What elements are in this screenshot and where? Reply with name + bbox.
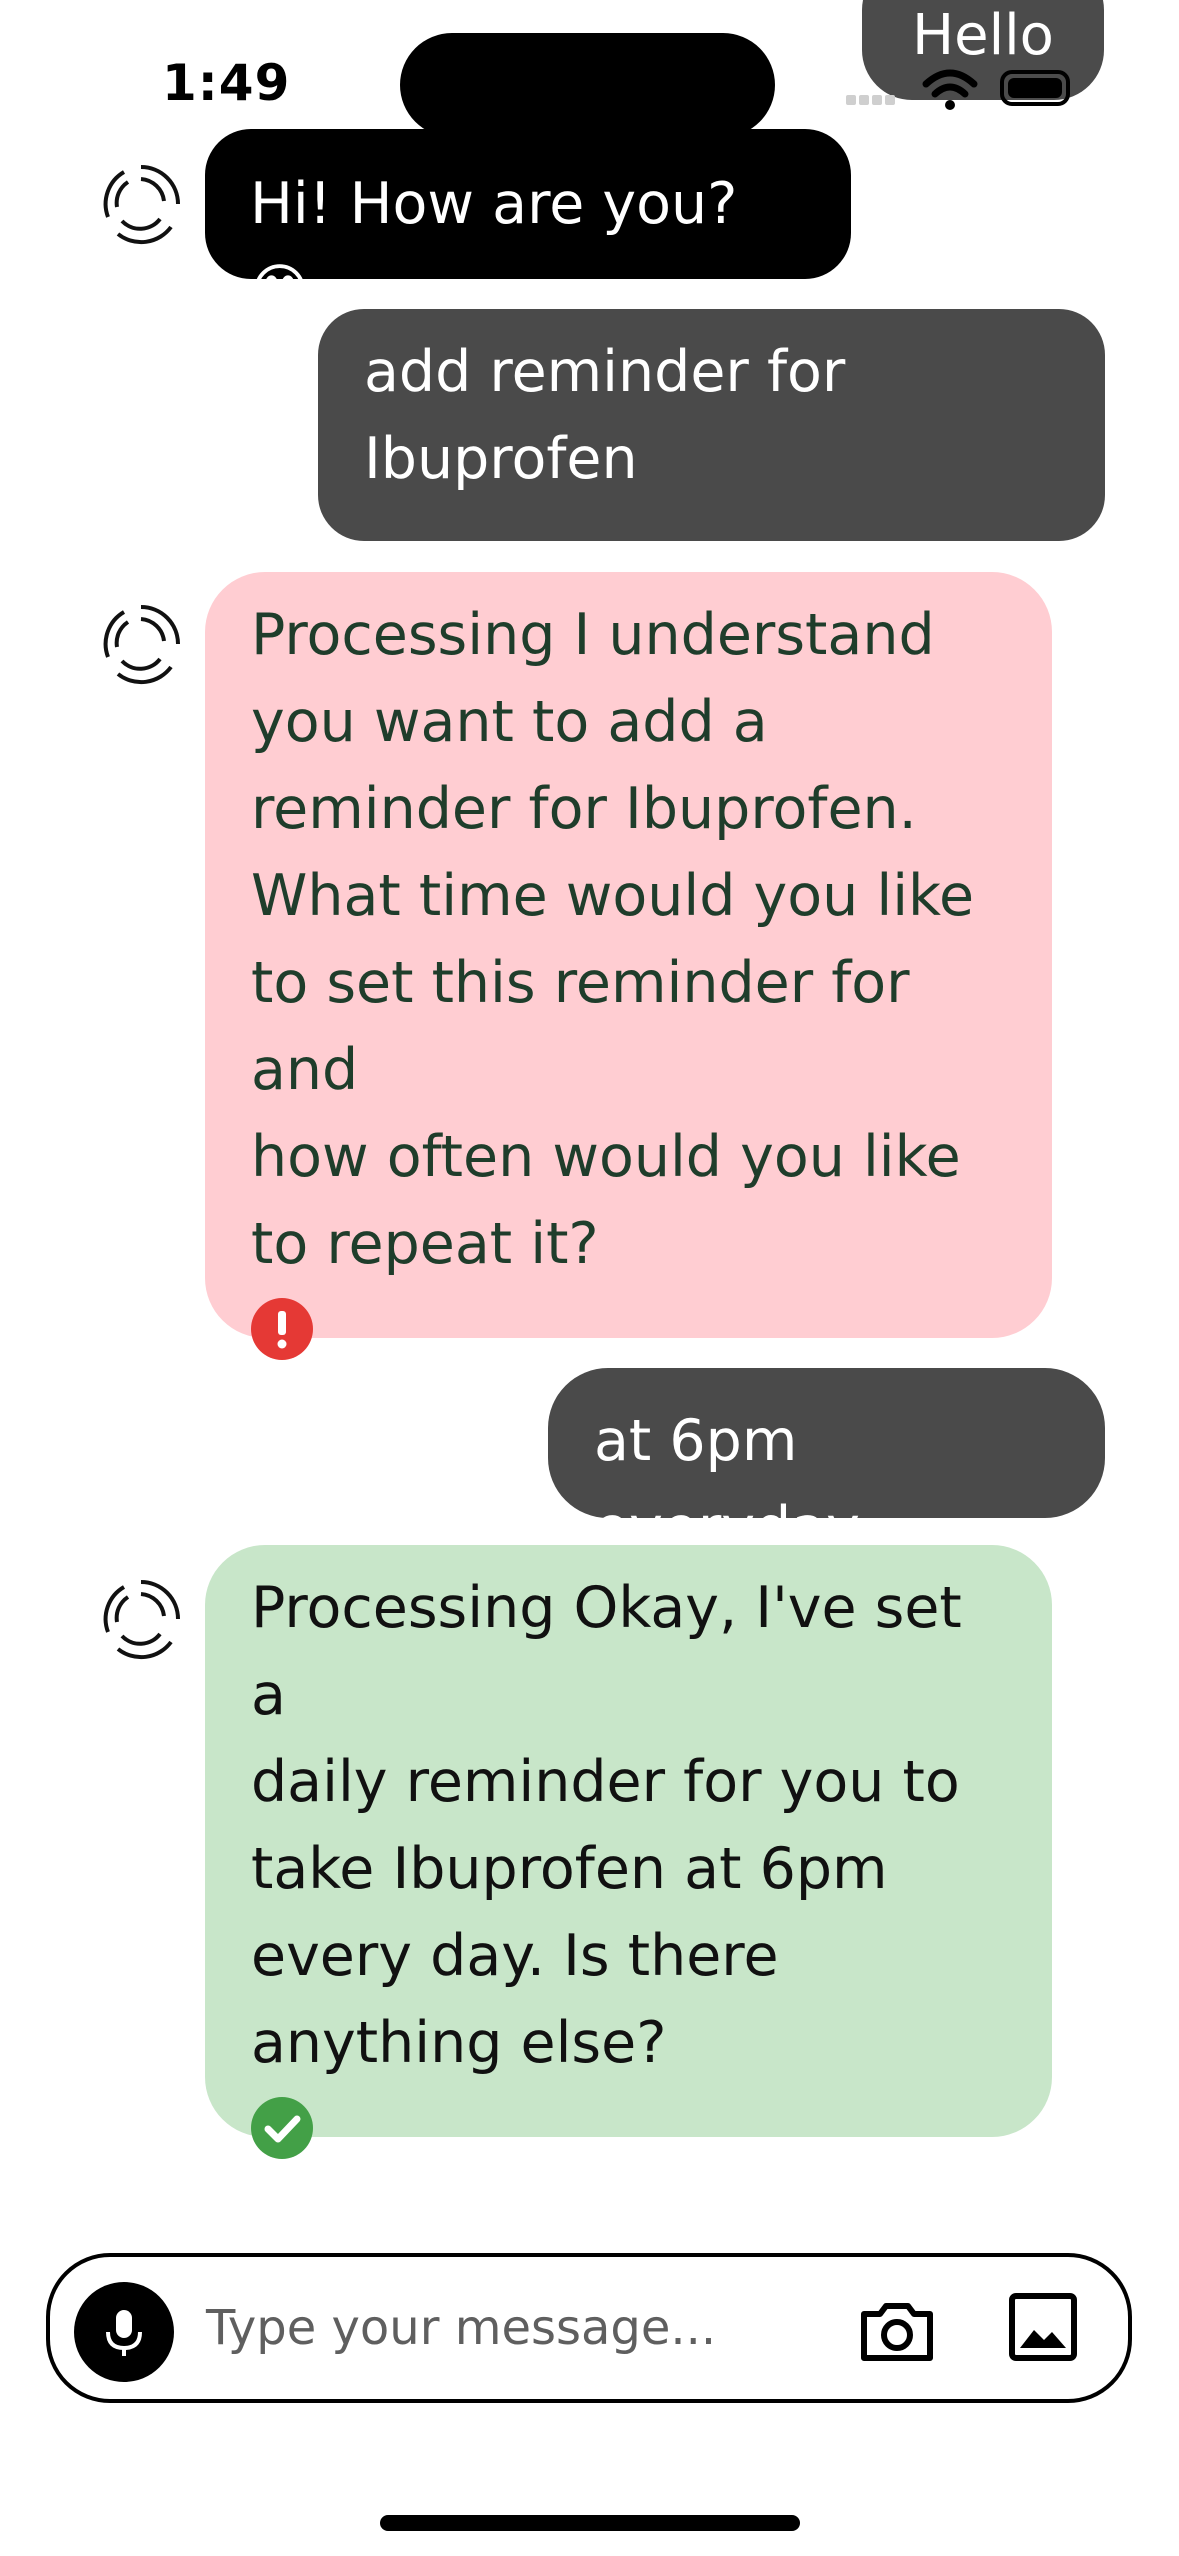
bot-message-error: Processing I understand you want to add … [205,572,1052,1360]
error-icon [251,1298,313,1360]
wifi-icon [922,69,978,110]
message-line: daily reminder for you to [251,1749,960,1815]
battery-icon [1000,70,1070,106]
message-line: you want to add a [251,689,768,755]
message-line: every day. Is there [251,1923,779,1989]
image-icon[interactable] [1008,2292,1078,2362]
message-line: anything else? [251,2010,667,2076]
camera-icon[interactable] [856,2290,938,2372]
bot-avatar-icon [103,165,180,245]
message-line: reminder for Ibuprofen. [251,776,917,842]
check-icon [251,2097,313,2159]
mic-icon [106,2310,142,2356]
cellular-signal-icon [846,90,906,105]
home-indicator [380,2515,800,2531]
message-line: to set this reminder for and [251,950,910,1103]
message-line: Processing Okay, I've set a [251,1575,962,1728]
bot-avatar-icon [103,605,180,685]
bot-message-success: Processing Okay, I've set a daily remind… [205,1545,1052,2159]
user-message-1: add reminder for Ibuprofen [318,309,1105,541]
message-line: to repeat it? [251,1211,599,1277]
message-line: What time would you like [251,863,975,929]
dynamic-island [400,33,775,137]
message-line: how often would you like [251,1124,961,1190]
message-line: take Ibuprofen at 6pm [251,1836,888,1902]
message-line: Processing I understand [251,602,935,668]
status-time: 1:49 [162,54,291,112]
bot-avatar-icon [103,1580,180,1660]
message-input[interactable]: Type your message... [206,2300,716,2356]
user-message-2: at 6pm everyday [548,1368,1105,1561]
mic-button[interactable] [74,2282,174,2382]
bot-message-greeting: Hi! How are you? 😊 [205,129,851,324]
